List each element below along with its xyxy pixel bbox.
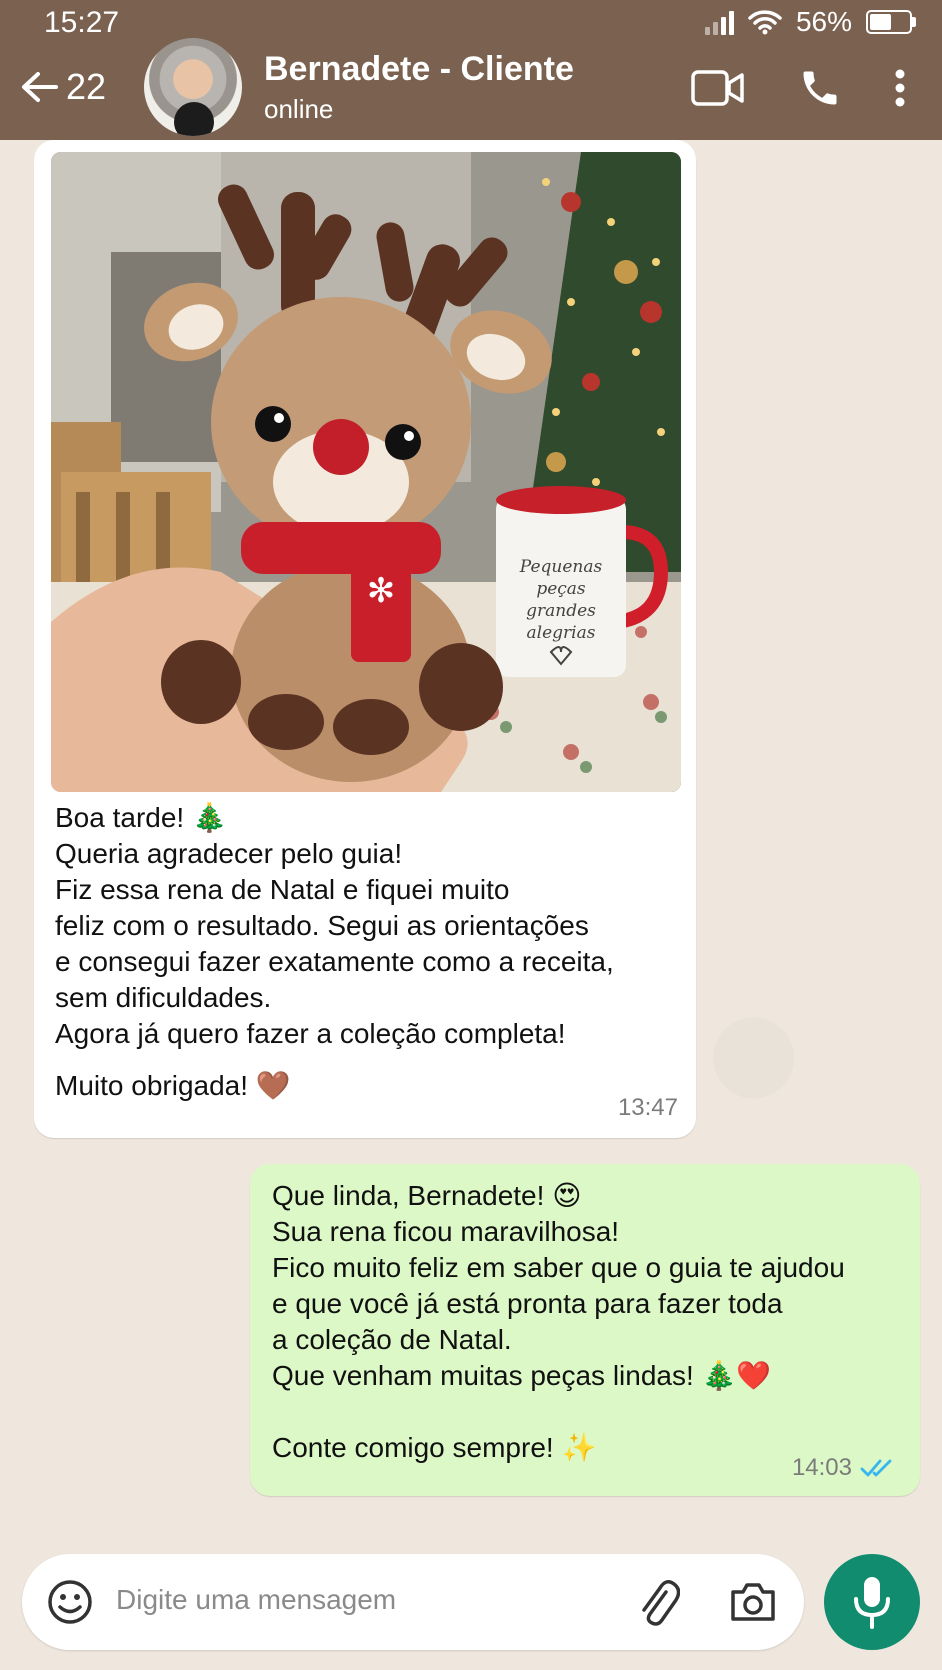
message-line: e consegui fazer exatamente como a recei… [55, 946, 614, 977]
message-line: feliz com o resultado. Segui as orientaç… [55, 910, 589, 941]
attach-icon[interactable] [636, 1578, 680, 1628]
phone-icon[interactable] [798, 66, 842, 110]
mug-text-1: Pequenas [519, 557, 603, 577]
message-time: 14:03 [791, 1454, 852, 1481]
message-time: 13:47 [617, 1094, 678, 1121]
message-line: a coleção de Natal. [272, 1324, 512, 1355]
message-line: sem dificuldades. [55, 982, 272, 1013]
message-line: Sua rena ficou maravilhosa! [272, 1216, 620, 1247]
contact-avatar[interactable] [144, 38, 242, 136]
header-actions [690, 66, 906, 110]
video-call-icon[interactable] [690, 69, 746, 107]
message-input[interactable]: Digite uma mensagem [116, 1584, 396, 1616]
message-line: Queria agradecer pelo guia! [55, 838, 403, 869]
battery-icon [866, 10, 916, 34]
read-ticks-icon [860, 1459, 892, 1477]
message-line: Agora já quero fazer a coleção completa! [55, 1018, 566, 1049]
message-line: Fico muito feliz em saber que o guia te … [272, 1252, 845, 1283]
mic-icon [854, 1577, 890, 1629]
message-meta: 14:03 [792, 1454, 894, 1482]
message-line: Boa tarde! 🎄 [55, 802, 227, 833]
wifi-icon [748, 10, 782, 35]
back-button[interactable]: 22 [20, 66, 106, 108]
crochet-reindeer-photo: Pequenas peças grandes alegrias ✻ [51, 152, 681, 792]
chat-header: 15:27 56% 22 Bernadete - Cliente online [0, 0, 942, 140]
contact-name[interactable]: Bernadete - Cliente [264, 50, 574, 89]
unread-count: 22 [66, 66, 107, 107]
message-line: Conte comigo sempre! ✨ [272, 1432, 597, 1463]
message-line: Que linda, Bernadete! 😍 [272, 1180, 582, 1211]
mug-text-2: peças [536, 579, 586, 599]
message-line: Que venham muitas peças lindas! 🎄❤️ [272, 1360, 772, 1391]
incoming-message-bubble[interactable]: Pequenas peças grandes alegrias ✻ Boa ta… [34, 140, 696, 1138]
battery-percent: 56% [795, 6, 852, 37]
message-line: e que você já está pronta para fazer tod… [272, 1288, 783, 1319]
arrow-back-icon [22, 72, 58, 102]
outgoing-message-text: Que linda, Bernadete! 😍 Sua rena ficou m… [272, 1178, 845, 1466]
status-icons: 56% [704, 6, 916, 38]
svg-text:✻: ✻ [367, 572, 396, 610]
message-line: Muito obrigada! 🤎 [55, 1070, 291, 1101]
message-photo[interactable]: Pequenas peças grandes alegrias ✻ [51, 152, 681, 792]
mug-text-3: grandes [526, 601, 596, 621]
message-line: Fiz essa rena de Natal e fiquei muito [55, 874, 510, 905]
incoming-message-text: Boa tarde! 🎄 Queria agradecer pelo guia!… [55, 800, 675, 1104]
status-bar: 15:27 56% [0, 0, 942, 46]
battery-fill [870, 14, 891, 30]
message-composer: Digite uma mensagem [22, 1554, 804, 1650]
signal-icon [704, 9, 734, 35]
emoji-icon[interactable] [46, 1578, 94, 1626]
camera-icon[interactable] [728, 1580, 778, 1624]
contact-status: online [264, 94, 334, 124]
more-vert-icon[interactable] [894, 68, 906, 108]
status-time: 15:27 [44, 6, 120, 39]
mic-button[interactable] [824, 1554, 920, 1650]
mug-text-4: alegrias [527, 623, 596, 643]
outgoing-message-bubble[interactable]: Que linda, Bernadete! 😍 Sua rena ficou m… [250, 1164, 920, 1496]
